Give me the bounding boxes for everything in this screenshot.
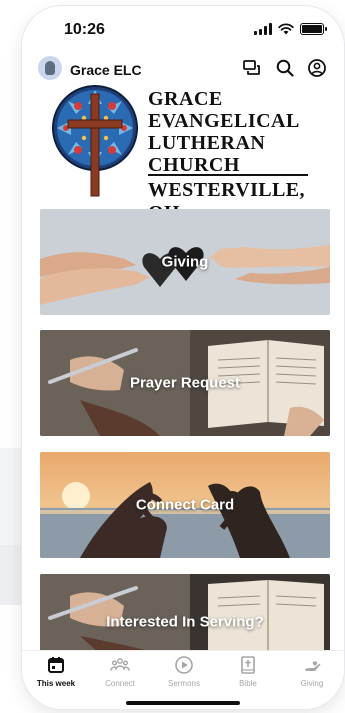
org-name[interactable]: Grace ELC xyxy=(70,62,142,78)
tab-label: Connect xyxy=(105,679,135,688)
signal-icon xyxy=(254,23,272,35)
battery-icon xyxy=(300,23,327,35)
tab-label: Giving xyxy=(300,679,324,688)
home-indicator xyxy=(126,701,240,705)
giving-icon xyxy=(305,661,321,671)
tab-label: Bible xyxy=(239,679,257,688)
church-logo: GRACE EVANGELICAL LUTHERAN CHURCH WESTER… xyxy=(50,84,320,224)
logo-line-4: CHURCH xyxy=(148,154,240,176)
giving-card[interactable]: Giving xyxy=(40,209,330,315)
search-icon[interactable] xyxy=(275,58,295,78)
status-icons xyxy=(254,23,327,35)
tab-label: This week xyxy=(36,679,76,688)
logo-line-3: LUTHERAN xyxy=(148,132,266,154)
connect-card-label: Connect Card xyxy=(135,496,235,514)
stained-glass-cross-logo xyxy=(52,85,138,197)
tab-this-week[interactable]: This week xyxy=(24,655,88,688)
tab-giving[interactable]: Giving xyxy=(280,655,344,688)
chat-icon[interactable] xyxy=(242,58,262,78)
play-icon xyxy=(175,656,193,674)
status-bar: 10:26 xyxy=(22,6,344,50)
connect-card[interactable]: Connect Card xyxy=(40,452,330,558)
calendar-icon xyxy=(48,657,64,673)
logo-line-2: EVANGELICAL xyxy=(148,110,300,132)
logo-divider xyxy=(148,174,308,176)
tab-connect[interactable]: Connect xyxy=(88,655,152,688)
org-avatar[interactable] xyxy=(38,56,62,80)
logo-line-1: GRACE xyxy=(148,88,223,110)
tab-sermons[interactable]: Sermons xyxy=(152,655,216,688)
status-time: 10:26 xyxy=(64,21,105,38)
app-header: Grace ELC xyxy=(22,52,344,86)
giving-card-label: Giving xyxy=(161,253,209,271)
bible-icon xyxy=(241,656,255,674)
wifi-icon xyxy=(278,23,294,35)
tab-label: Sermons xyxy=(167,679,200,688)
prayer-request-card-label: Prayer Request xyxy=(129,374,241,392)
people-icon xyxy=(110,658,130,671)
serving-card-label: Interested In Serving? xyxy=(106,613,264,631)
account-icon[interactable] xyxy=(307,58,327,78)
interested-in-serving-card[interactable]: Interested In Serving? xyxy=(40,574,330,654)
phone-frame: 10:26 Grace ELC GRACE EVANGELICAL LUTHER… xyxy=(22,6,344,709)
tab-bible[interactable]: Bible xyxy=(216,655,280,688)
prayer-request-card[interactable]: Prayer Request xyxy=(40,330,330,436)
logo-wordmark: GRACE EVANGELICAL LUTHERAN CHURCH xyxy=(148,88,300,176)
